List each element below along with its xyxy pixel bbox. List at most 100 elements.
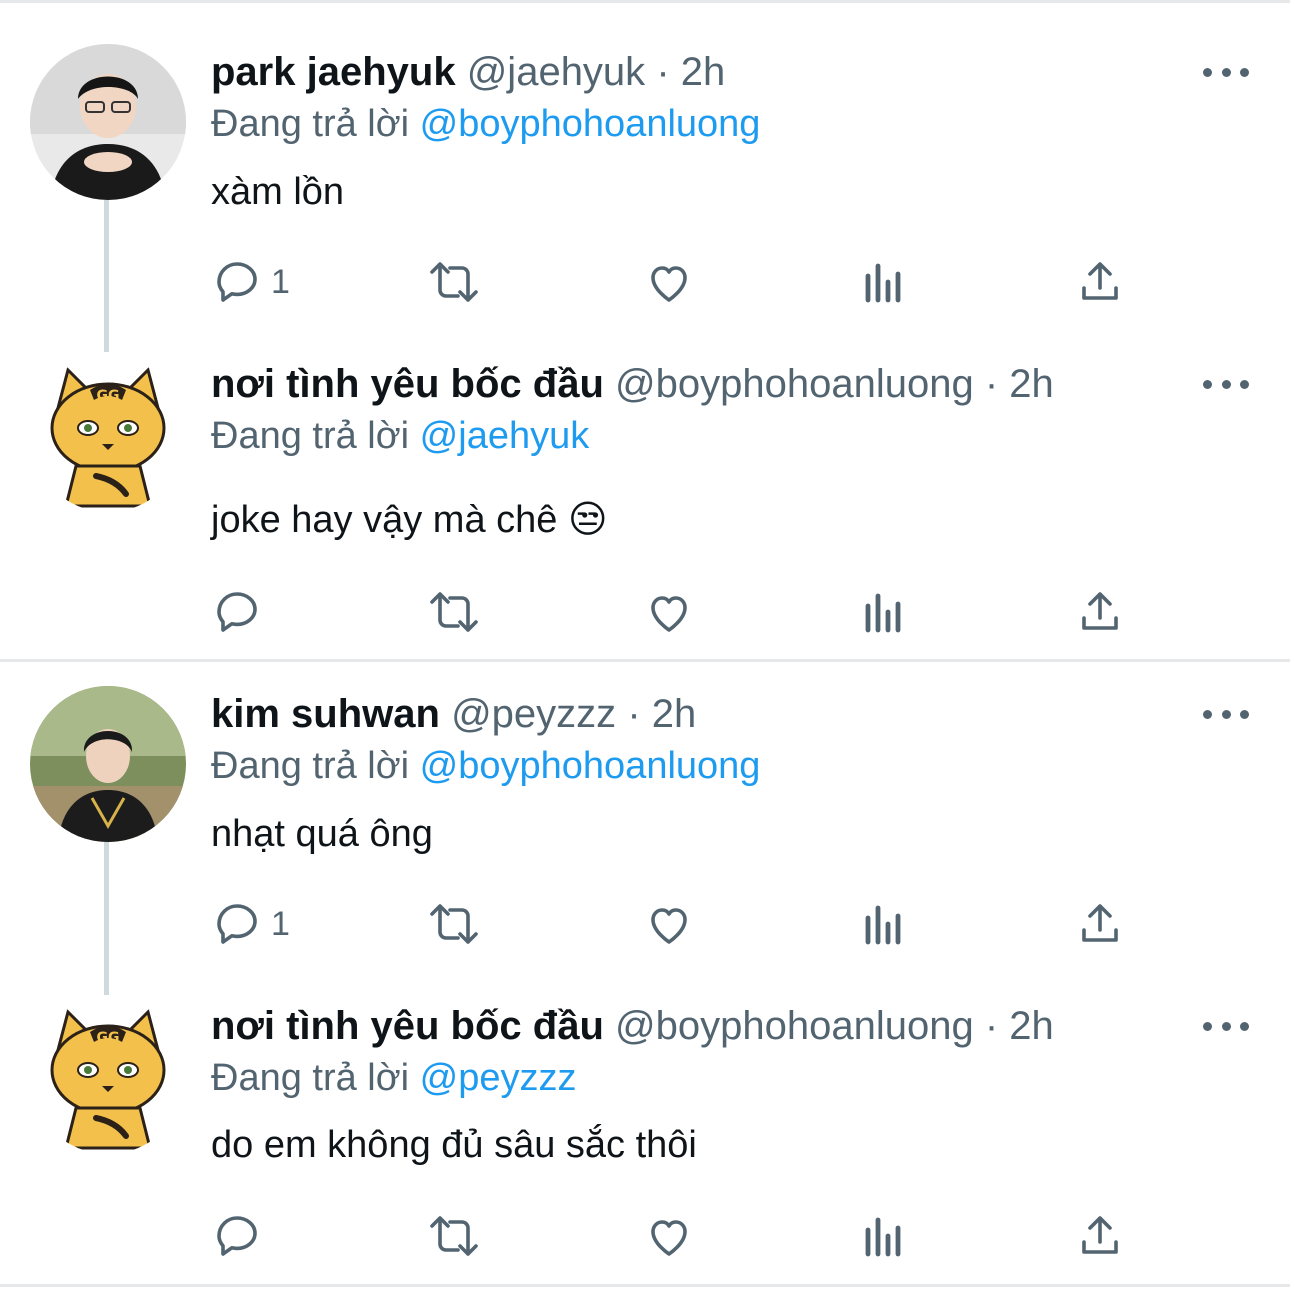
like-button[interactable] <box>645 894 693 954</box>
heart-icon <box>651 596 687 632</box>
reply-prefix: Đang trả lời <box>211 415 410 457</box>
action-bar: 1 <box>0 894 1290 954</box>
reply-context: Đang trả lời @boyphohoanluong <box>211 98 760 150</box>
reply-icon <box>217 1216 257 1256</box>
reply-icon <box>217 592 257 632</box>
separator: · <box>984 362 999 406</box>
share-icon <box>1082 904 1118 942</box>
action-bar <box>0 1206 1290 1266</box>
more-dots-icon[interactable] <box>1203 62 1249 82</box>
reply-mention-link[interactable]: @boyphohoanluong <box>420 745 761 787</box>
views-chart-icon <box>865 905 901 945</box>
action-bar <box>0 582 1290 642</box>
display-name[interactable]: park jaehyuk <box>211 50 456 94</box>
tweet-header: kim suhwan @peyzzz · 2h <box>211 688 696 740</box>
person-photo-avatar-icon <box>30 686 186 842</box>
svg-text:GG: GG <box>97 1030 120 1046</box>
tweet[interactable]: GG nơi tình yêu bốc đầu @boyphohoanluong… <box>0 954 1290 1284</box>
heart-icon <box>651 266 687 302</box>
reply-count: 1 <box>271 904 290 943</box>
retweet-button[interactable] <box>426 582 482 642</box>
tweet-text: xàm lồn <box>211 171 345 213</box>
retweet-button[interactable] <box>426 1206 482 1266</box>
display-name[interactable]: kim suhwan <box>211 692 440 736</box>
reply-prefix: Đang trả lời <box>211 745 410 787</box>
timestamp[interactable]: 2h <box>1009 362 1054 406</box>
svg-text:GG: GG <box>97 388 120 404</box>
avatar[interactable]: GG <box>30 998 186 1154</box>
views-button[interactable] <box>862 582 906 642</box>
tweet-text: joke hay vậy mà chê 😒 <box>211 499 608 541</box>
bottom-divider <box>0 1284 1290 1287</box>
retweet-button[interactable] <box>426 894 482 954</box>
reply-mention-link[interactable]: @jaehyuk <box>420 415 590 457</box>
views-button[interactable] <box>862 1206 906 1266</box>
like-button[interactable] <box>645 1206 693 1266</box>
more-dots-icon[interactable] <box>1203 1016 1249 1036</box>
display-name[interactable]: nơi tình yêu bốc đầu <box>211 362 604 406</box>
heart-icon <box>651 908 687 944</box>
share-icon <box>1082 262 1118 300</box>
reply-count: 1 <box>271 262 290 301</box>
reply-context: Đang trả lời @boyphohoanluong <box>211 740 760 792</box>
like-button[interactable] <box>645 252 693 312</box>
share-button[interactable] <box>1076 894 1124 954</box>
reply-context: Đang trả lời @jaehyuk <box>211 410 589 462</box>
share-button[interactable] <box>1076 252 1124 312</box>
reply-prefix: Đang trả lời <box>211 103 410 145</box>
reply-mention-link[interactable]: @peyzzz <box>420 1057 577 1099</box>
views-chart-icon <box>865 593 901 633</box>
share-icon <box>1082 1216 1118 1254</box>
reply-button[interactable] <box>213 582 271 642</box>
retweet-icon <box>430 262 478 302</box>
more-dots-icon[interactable] <box>1203 704 1249 724</box>
retweet-button[interactable] <box>426 252 482 312</box>
tiger-mascot-avatar-icon: GG <box>30 356 186 512</box>
tweet-text: do em không đủ sâu sắc thôi <box>211 1124 697 1166</box>
handle[interactable]: @peyzzz <box>451 692 616 736</box>
reply-mention-link[interactable]: @boyphohoanluong <box>420 103 761 145</box>
reply-button[interactable]: 1 <box>213 894 290 954</box>
timestamp[interactable]: 2h <box>681 50 726 94</box>
views-chart-icon <box>865 263 901 303</box>
share-button[interactable] <box>1076 582 1124 642</box>
reply-button[interactable]: 1 <box>213 252 290 312</box>
timestamp[interactable]: 2h <box>652 692 697 736</box>
separator: · <box>627 692 641 736</box>
avatar[interactable] <box>30 686 186 842</box>
handle[interactable]: @boyphohoanluong <box>615 362 974 406</box>
tweet-text: nhạt quá ông <box>211 813 433 855</box>
retweet-icon <box>430 592 478 632</box>
retweet-icon <box>430 904 478 944</box>
reply-prefix: Đang trả lời <box>211 1057 410 1099</box>
tweet-header: park jaehyuk @jaehyuk · 2h <box>211 46 725 98</box>
more-dots-icon[interactable] <box>1203 374 1249 394</box>
timestamp[interactable]: 2h <box>1009 1004 1054 1048</box>
tweet[interactable]: GG nơi tình yêu bốc đầu @boyphohoanluong… <box>0 312 1290 658</box>
retweet-icon <box>430 1216 478 1256</box>
reply-icon <box>217 262 257 302</box>
heart-icon <box>651 1220 687 1256</box>
display-name[interactable]: nơi tình yêu bốc đầu <box>211 1004 604 1048</box>
views-chart-icon <box>865 1217 901 1257</box>
handle[interactable]: @jaehyuk <box>467 50 645 94</box>
like-button[interactable] <box>645 582 693 642</box>
person-photo-avatar-icon <box>30 44 186 200</box>
tweet-header: nơi tình yêu bốc đầu @boyphohoanluong · … <box>211 1000 1054 1052</box>
reply-context: Đang trả lời @peyzzz <box>211 1052 577 1104</box>
share-button[interactable] <box>1076 1206 1124 1266</box>
views-button[interactable] <box>862 252 906 312</box>
avatar[interactable] <box>30 44 186 200</box>
tiger-mascot-avatar-icon: GG <box>30 998 186 1154</box>
avatar[interactable]: GG <box>30 356 186 512</box>
reply-icon <box>217 904 257 944</box>
separator: · <box>656 50 670 94</box>
action-bar: 1 <box>0 252 1290 312</box>
tweet[interactable]: park jaehyuk @jaehyuk · 2h Đang trả lời … <box>0 0 1290 352</box>
views-button[interactable] <box>862 894 906 954</box>
tweet-header: nơi tình yêu bốc đầu @boyphohoanluong · … <box>211 358 1054 410</box>
tweet[interactable]: kim suhwan @peyzzz · 2h Đang trả lời @bo… <box>0 642 1290 995</box>
reply-button[interactable] <box>213 1206 271 1266</box>
handle[interactable]: @boyphohoanluong <box>615 1004 974 1048</box>
separator: · <box>984 1004 999 1048</box>
